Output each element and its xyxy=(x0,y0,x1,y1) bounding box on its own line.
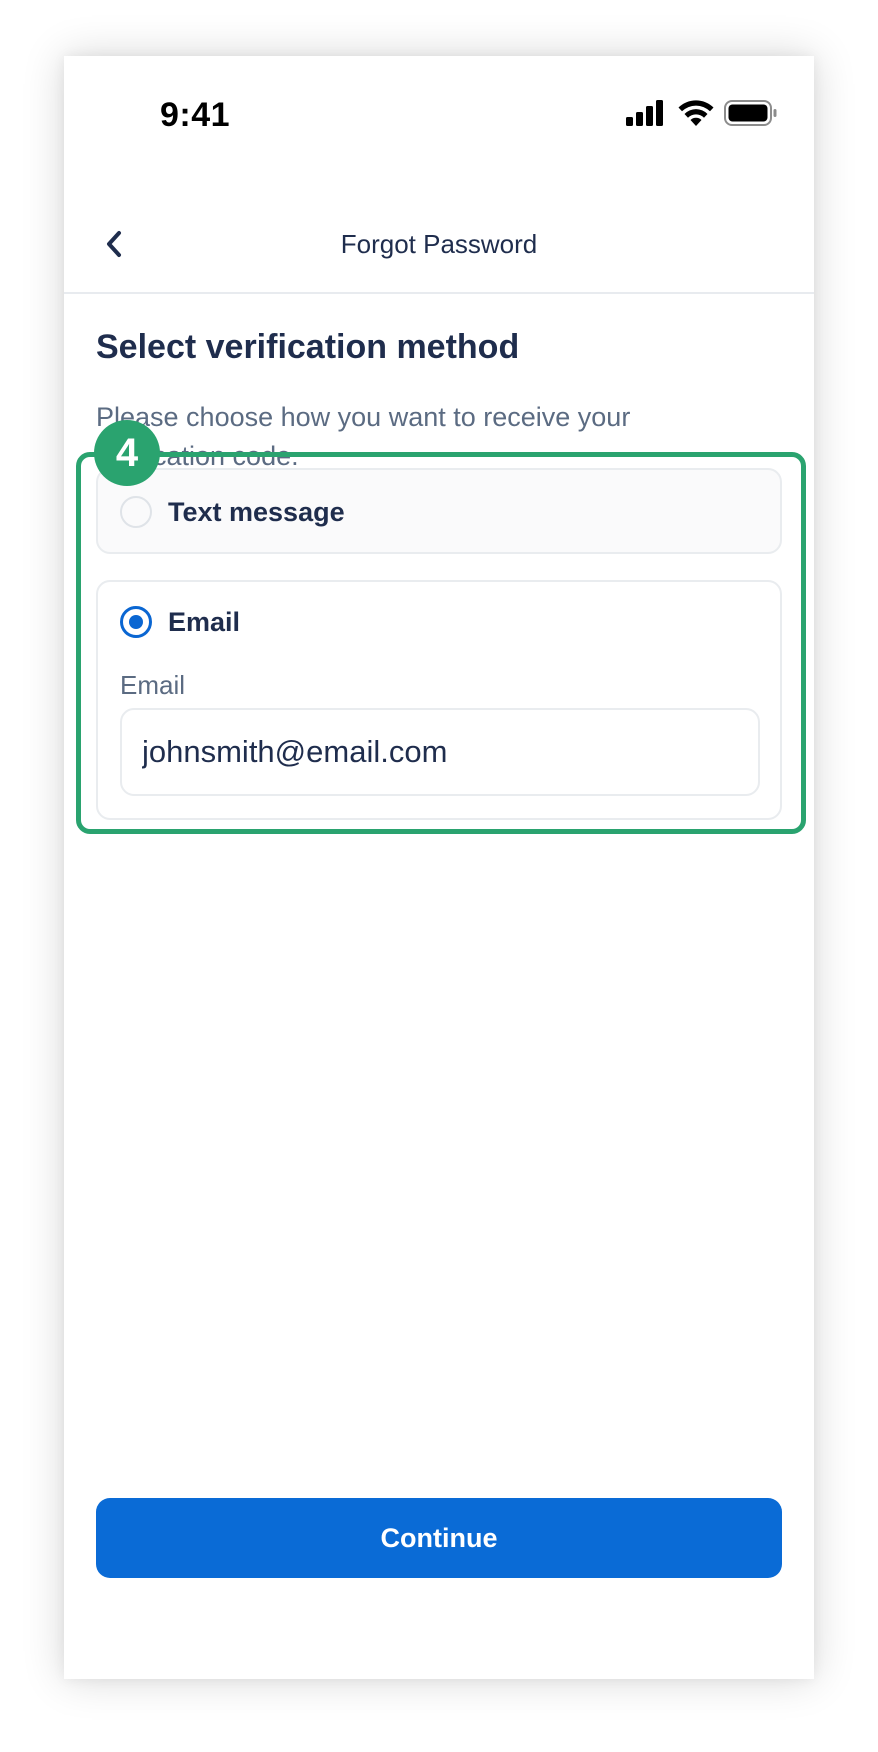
status-time: 9:41 xyxy=(160,96,231,134)
radio-email[interactable] xyxy=(120,606,152,638)
option-label-email: Email xyxy=(168,607,241,637)
option-text-message[interactable]: Text message xyxy=(96,468,782,554)
continue-button[interactable]: Continue xyxy=(96,1498,782,1578)
battery-icon xyxy=(724,100,777,126)
email-field-label: Email xyxy=(120,670,186,700)
phone-screen: 9:41 Forgot Password Select verification… xyxy=(64,56,814,1679)
section-description: Please choose how you want to receive yo… xyxy=(96,402,631,471)
radio-text-message[interactable] xyxy=(120,496,152,528)
option-email[interactable]: Email Email xyxy=(96,580,782,820)
wifi-icon xyxy=(678,100,714,126)
cellular-signal-icon xyxy=(626,100,663,126)
navigation-bar: Forgot Password xyxy=(64,194,814,294)
option-label-text-message: Text message xyxy=(168,497,345,527)
status-bar: 9:41 xyxy=(64,56,814,176)
email-field[interactable] xyxy=(120,708,760,796)
section-heading: Select verification method xyxy=(96,328,520,366)
page-title: Forgot Password xyxy=(340,228,538,259)
annotation-step-badge: 4 xyxy=(94,420,160,486)
